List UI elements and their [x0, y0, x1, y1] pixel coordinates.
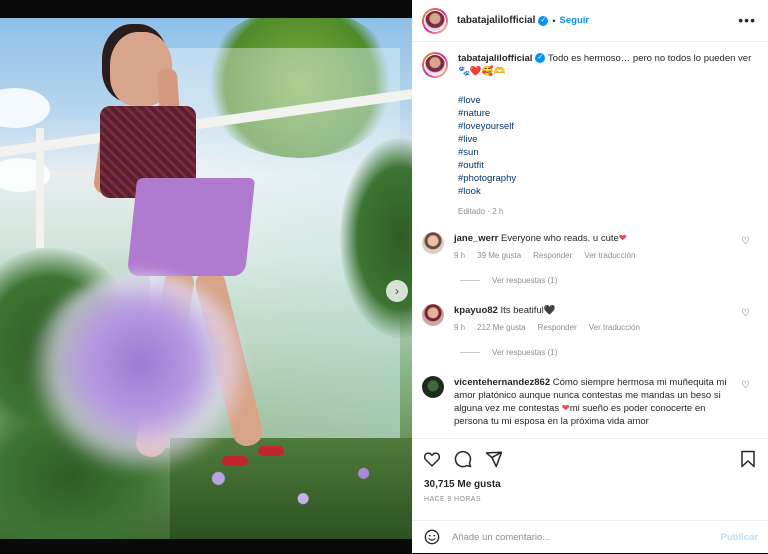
hashtag-link[interactable]: #look [458, 185, 752, 198]
like-comment-icon[interactable]: ♡ [741, 236, 750, 247]
comment-body: kpayuo82 Its beatiful🖤 9 h 212 Me gusta … [454, 304, 740, 334]
chevron-right-icon: › [395, 284, 399, 298]
translate-button[interactable]: Ver traducción [589, 321, 640, 334]
post-sidebar: tabatajalilofficial ✓ • Seguir ••• tabat… [412, 0, 768, 553]
person-skirt [126, 178, 256, 276]
like-comment-icon[interactable]: ♡ [741, 308, 750, 319]
comment-username[interactable]: jane_werr [454, 233, 498, 244]
avatar[interactable] [422, 304, 444, 326]
like-count[interactable]: 30,715 Me gusta [424, 479, 501, 490]
black-heart-emoji: 🖤 [543, 305, 556, 316]
hashtag-list: #love #nature #loveyourself #live #sun #… [458, 94, 752, 198]
view-replies-label[interactable]: Ver respuestas (1) [492, 276, 557, 285]
comment-meta: 9 h 39 Me gusta Responder Ver traducción [454, 249, 740, 262]
translate-button[interactable]: Ver traducción [584, 249, 635, 262]
caption: tabatajalilofficial ✓ Todo es hermoso… pe… [422, 52, 758, 218]
hashtag-link[interactable]: #live [458, 133, 752, 146]
post-photo[interactable]: › [0, 18, 412, 539]
hashtag-link[interactable]: #love [458, 94, 752, 107]
verified-icon: ✓ [538, 15, 549, 26]
comment-input[interactable] [452, 532, 702, 543]
view-replies-label[interactable]: Ver respuestas (1) [492, 348, 557, 357]
comment-meta: 9 h 212 Me gusta Responder Ver traducció… [454, 321, 740, 334]
avatar[interactable] [422, 376, 444, 398]
more-options-icon[interactable]: ••• [738, 12, 756, 28]
caption-body: tabatajalilofficial ✓ Todo es hermoso… pe… [458, 52, 752, 218]
blurred-flower [30, 273, 250, 473]
comment-item: kpayuo82 Its beatiful🖤 9 h 212 Me gusta … [422, 304, 758, 334]
comment-body: jane_werr Everyone who reads. u cute❤ 9 … [454, 232, 740, 262]
reply-button[interactable]: Responder [533, 249, 572, 262]
share-icon[interactable] [484, 449, 504, 469]
follow-button[interactable]: Seguir [560, 15, 590, 26]
comment-item: jane_werr Everyone who reads. u cute❤ 9 … [422, 232, 758, 262]
like-comment-icon[interactable]: ♡ [741, 380, 750, 391]
comment-time: 9 h [454, 251, 466, 260]
replies-line [460, 352, 480, 353]
publish-button[interactable]: Publicar [721, 532, 759, 543]
action-icons [422, 449, 504, 469]
comment-likes[interactable]: 212 Me gusta [477, 321, 525, 334]
hashtag-link[interactable]: #photography [458, 172, 752, 185]
add-comment-bar: Publicar [412, 520, 768, 554]
top-black-bar [0, 0, 412, 18]
hashtag-link[interactable]: #nature [458, 107, 752, 120]
comment-username[interactable]: vicentehernandez862 [454, 377, 550, 388]
hashtag-link[interactable]: #loveyourself [458, 120, 752, 133]
comment-time: 9 h [454, 323, 466, 332]
avatar-image [424, 9, 446, 32]
comment-text: Everyone who reads. u cute [501, 233, 619, 244]
heart-emoji: ❤ [561, 403, 570, 414]
edited-timestamp: Editado · 2 h [458, 207, 504, 216]
post-modal: › tabatajalilofficial ✓ • Seguir ••• tab… [0, 0, 768, 553]
heart-icon[interactable] [422, 449, 442, 469]
pavilion-pillar [36, 128, 44, 248]
cloud [0, 88, 50, 128]
separator: • [552, 15, 556, 26]
post-header: tabatajalilofficial ✓ • Seguir ••• [412, 0, 768, 42]
comment-body: vicentehernandez862 Cómo siempre hermosa… [454, 376, 740, 428]
shoe [258, 446, 284, 456]
username-link[interactable]: tabatajalilofficial [457, 15, 535, 26]
post-time: HACE 9 HORAS [424, 496, 481, 503]
comment-username[interactable]: kpayuo82 [454, 305, 498, 316]
action-bar: 30,715 Me gusta HACE 9 HORAS Publicar [412, 438, 768, 553]
comment-item: vicentehernandez862 Cómo siempre hermosa… [422, 376, 758, 428]
avatar[interactable] [422, 7, 448, 34]
replies-line [460, 280, 480, 281]
emoji-icon[interactable] [424, 529, 440, 547]
bottom-black-bar [0, 539, 412, 553]
comment-text: Its beatiful [500, 305, 544, 316]
ground-flowers [170, 438, 412, 539]
verified-icon: ✓ [535, 53, 546, 64]
view-replies[interactable]: Ver respuestas (1) [460, 276, 557, 285]
avatar[interactable] [422, 52, 448, 78]
reply-button[interactable]: Responder [538, 321, 577, 334]
avatar[interactable] [422, 232, 444, 254]
heart-emoji: ❤ [618, 233, 627, 244]
caption-username[interactable]: tabatajalilofficial [458, 53, 532, 64]
carousel-next-button[interactable]: › [386, 280, 408, 302]
bookmark-icon[interactable] [738, 449, 758, 469]
view-replies[interactable]: Ver respuestas (1) [460, 348, 557, 357]
shoe [222, 456, 248, 466]
hashtag-link[interactable]: #outfit [458, 159, 752, 172]
hashtag-link[interactable]: #sun [458, 146, 752, 159]
comment-icon[interactable] [453, 449, 473, 469]
avatar-image [424, 54, 446, 76]
comment-likes[interactable]: 39 Me gusta [477, 249, 521, 262]
